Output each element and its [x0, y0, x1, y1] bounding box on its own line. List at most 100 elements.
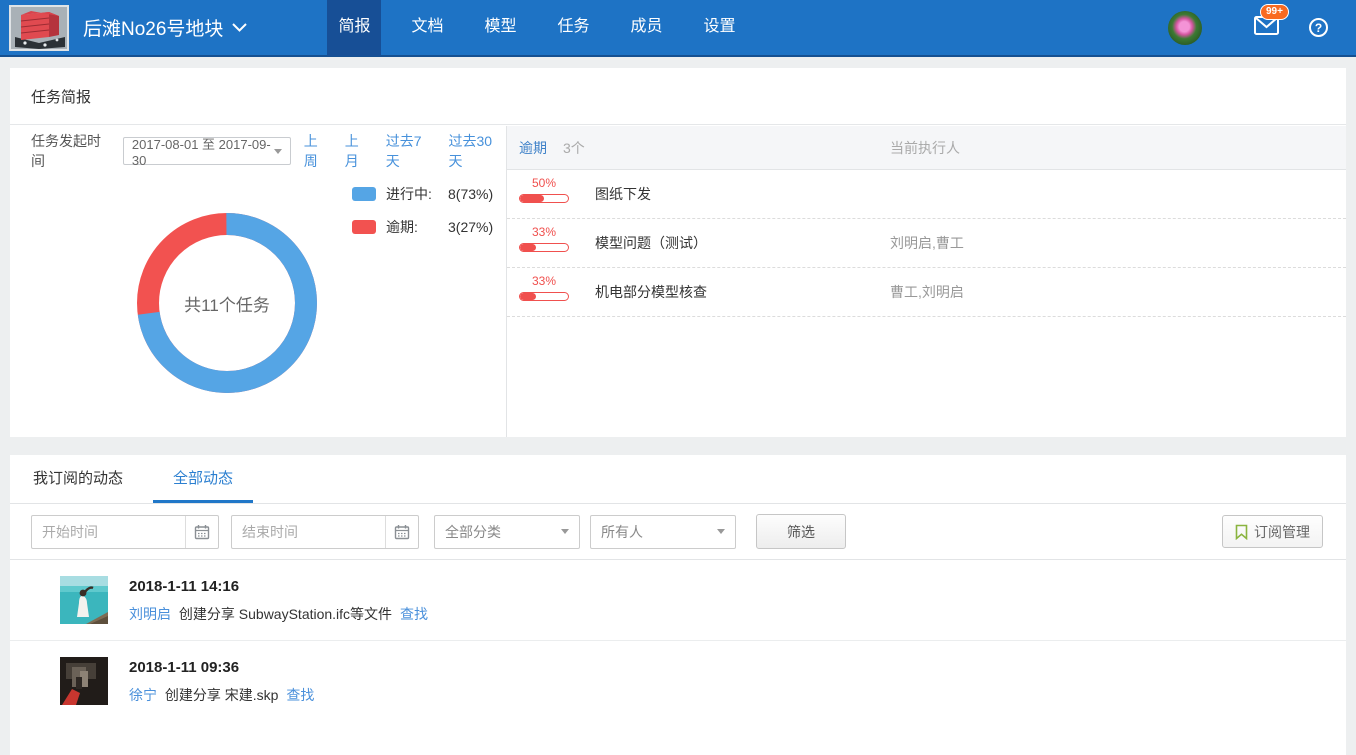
topbar: 后滩No26号地块 简报 文档 模型 任务 成员 设置 99+ ?	[0, 0, 1356, 57]
chart-legend: 进行中: 8(73%) 逾期: 3(27%)	[352, 184, 493, 250]
assignee-column-header: 当前执行人	[890, 138, 960, 158]
task-row[interactable]: 50% 图纸下发	[507, 170, 1346, 219]
end-calendar-button[interactable]	[385, 516, 418, 548]
filter-button[interactable]: 筛选	[756, 514, 846, 549]
activity-user-link[interactable]: 徐宁	[129, 687, 157, 703]
subscription-manage-label: 订阅管理	[1254, 522, 1310, 542]
progress-bar	[519, 194, 569, 203]
chevron-down-icon	[232, 23, 247, 32]
legend-item-overdue: 逾期: 3(27%)	[352, 217, 493, 237]
progress-bar	[519, 292, 569, 301]
progress-bar	[519, 243, 569, 252]
legend-label: 逾期:	[386, 217, 448, 237]
progress-percent-label: 33%	[532, 274, 556, 288]
tab-brief[interactable]: 简报	[327, 0, 381, 56]
task-brief-card: 任务简报 任务发起时间 2017-08-01 至 2017-09-30 上周 上…	[10, 68, 1346, 437]
activity-find-link[interactable]: 查找	[286, 687, 314, 703]
task-assignee: 刘明启,曹工	[890, 219, 964, 268]
end-time-field	[231, 515, 419, 549]
quick-link-past-30-days[interactable]: 过去30天	[448, 131, 506, 171]
donut-center-label: 共11个任务	[127, 203, 327, 403]
task-progress: 50%	[519, 170, 569, 218]
task-chart-panel: 任务发起时间 2017-08-01 至 2017-09-30 上周 上月 过去7…	[10, 126, 507, 437]
project-logo[interactable]	[9, 5, 69, 51]
date-range-dropdown[interactable]: 2017-08-01 至 2017-09-30	[123, 137, 291, 165]
task-assignee: 曹工,刘明启	[890, 268, 964, 317]
task-progress: 33%	[519, 219, 569, 267]
activity-content: 2018-1-11 09:36 徐宁 创建分享 宋建.skp 查找	[129, 657, 314, 722]
progress-percent-label: 33%	[532, 225, 556, 239]
building-thumbnail-icon	[11, 7, 67, 49]
task-progress: 33%	[519, 268, 569, 316]
task-name[interactable]: 模型问题（测试）	[595, 219, 707, 268]
activity-user-link[interactable]: 刘明启	[129, 606, 171, 622]
activity-avatar[interactable]	[60, 576, 108, 624]
bookmark-icon	[1235, 524, 1248, 540]
subscription-manage-button[interactable]: 订阅管理	[1222, 515, 1323, 548]
tab-models[interactable]: 模型	[473, 0, 527, 56]
category-select-value: 全部分类	[445, 522, 501, 542]
legend-item-inprogress: 进行中: 8(73%)	[352, 184, 493, 204]
avatar-photo-beach	[60, 576, 108, 624]
start-calendar-button[interactable]	[185, 516, 218, 548]
help-icon[interactable]: ?	[1309, 18, 1328, 37]
task-date-filter-row: 任务发起时间 2017-08-01 至 2017-09-30 上周 上月 过去7…	[10, 126, 506, 176]
activity-text: 徐宁 创建分享 宋建.skp 查找	[129, 685, 314, 705]
start-time-input[interactable]	[32, 524, 185, 540]
task-row[interactable]: 33% 机电部分模型核查 曹工,刘明启	[507, 268, 1346, 317]
tab-all-activity[interactable]: 全部动态	[153, 455, 253, 503]
project-switcher[interactable]: 后滩No26号地块	[83, 14, 247, 41]
person-select[interactable]: 所有人	[590, 515, 736, 549]
messages-button[interactable]: 99+	[1254, 16, 1279, 40]
category-select[interactable]: 全部分类	[434, 515, 580, 549]
calendar-icon	[194, 524, 210, 540]
caret-down-icon	[561, 529, 569, 534]
quick-link-past-7-days[interactable]: 过去7天	[386, 131, 436, 171]
activity-tabs: 我订阅的动态 全部动态	[10, 455, 1346, 504]
progress-fill	[520, 195, 544, 202]
task-name[interactable]: 机电部分模型核查	[595, 268, 707, 317]
quick-link-last-month[interactable]: 上月	[345, 131, 373, 171]
topbar-right: 99+ ?	[1168, 11, 1328, 45]
person-select-value: 所有人	[601, 522, 643, 542]
progress-fill	[520, 244, 536, 251]
tab-members[interactable]: 成员	[620, 0, 674, 56]
progress-percent-label: 50%	[532, 176, 556, 190]
tab-tasks[interactable]: 任务	[546, 0, 600, 56]
caret-down-icon	[717, 529, 725, 534]
caret-down-icon	[274, 149, 282, 154]
tab-my-subscribed-activity[interactable]: 我订阅的动态	[31, 455, 125, 503]
activity-card: 我订阅的动态 全部动态	[10, 455, 1346, 755]
legend-label: 进行中:	[386, 184, 448, 204]
project-name: 后滩No26号地块	[83, 14, 223, 41]
task-name[interactable]: 图纸下发	[595, 170, 651, 219]
tab-documents[interactable]: 文档	[400, 0, 454, 56]
activity-row: 2018-1-11 14:16 刘明启 创建分享 SubwayStation.i…	[10, 560, 1346, 641]
progress-fill	[520, 293, 536, 300]
legend-value: 3(27%)	[448, 219, 493, 235]
date-range-value: 2017-08-01 至 2017-09-30	[132, 134, 274, 168]
overdue-panel-header: 逾期 3个 当前执行人	[507, 126, 1346, 170]
overdue-count: 3个	[563, 138, 585, 158]
task-row[interactable]: 33% 模型问题（测试） 刘明启,曹工	[507, 219, 1346, 268]
activity-content: 2018-1-11 14:16 刘明启 创建分享 SubwayStation.i…	[129, 576, 428, 640]
end-time-input[interactable]	[232, 524, 385, 540]
activity-timestamp: 2018-1-11 09:36	[129, 659, 314, 676]
activity-find-link[interactable]: 查找	[400, 606, 428, 622]
main-nav: 简报 文档 模型 任务 成员 设置	[327, 0, 765, 56]
quick-link-last-week[interactable]: 上周	[304, 131, 332, 171]
activity-action: 创建分享 宋建.skp	[165, 687, 279, 703]
user-avatar[interactable]	[1168, 11, 1202, 45]
activity-text: 刘明启 创建分享 SubwayStation.ifc等文件 查找	[129, 604, 428, 624]
legend-value: 8(73%)	[448, 186, 493, 202]
avatar-photo-dark	[60, 657, 108, 705]
date-filter-label: 任务发起时间	[31, 131, 115, 171]
task-brief-title: 任务简报	[10, 68, 1346, 125]
tab-settings[interactable]: 设置	[693, 0, 747, 56]
activity-row: 2018-1-11 09:36 徐宁 创建分享 宋建.skp 查找	[10, 641, 1346, 722]
message-count-badge: 99+	[1260, 4, 1289, 20]
activity-avatar[interactable]	[60, 657, 108, 705]
legend-swatch-red	[352, 220, 376, 234]
task-donut-chart: 共11个任务	[127, 203, 327, 403]
overdue-tab[interactable]: 逾期	[519, 138, 547, 158]
